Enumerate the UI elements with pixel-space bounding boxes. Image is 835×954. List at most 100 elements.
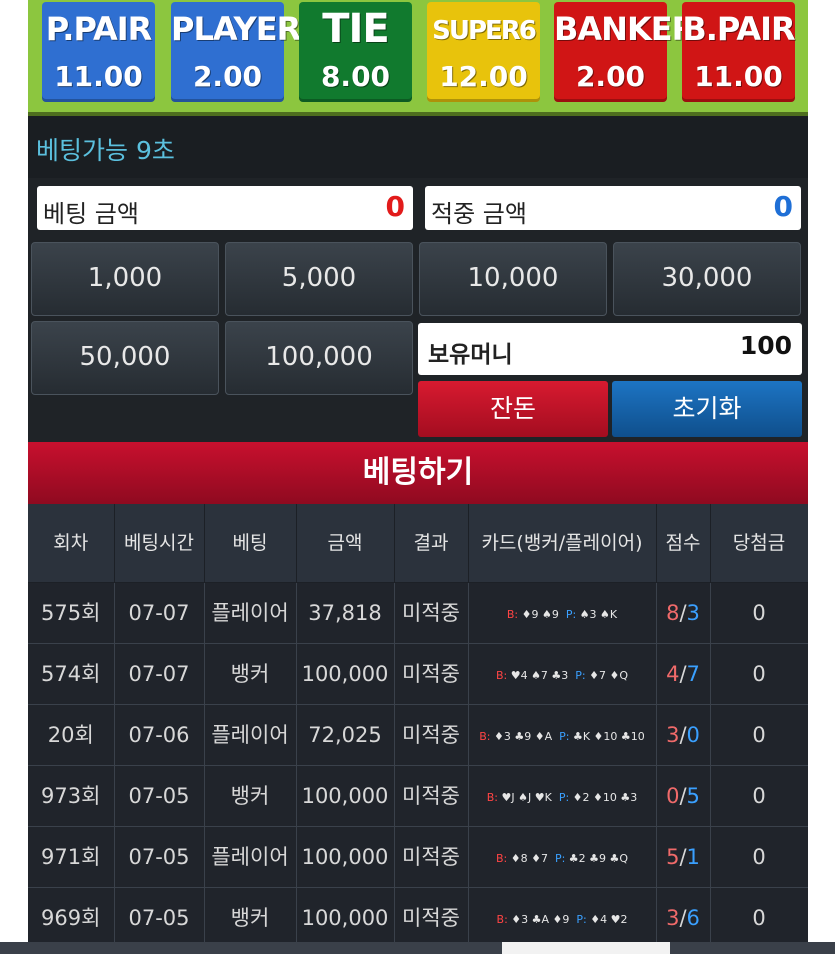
header-bet: 베팅 (204, 504, 297, 583)
player-cards: ♦2 ♦10 ♣3 (572, 791, 638, 804)
banker-cards: ♦3 ♣A ♦9 (511, 913, 570, 926)
banker-cards: ♥J ♠J ♥K (501, 791, 552, 804)
player-cards: ♣2 ♣9 ♣Q (568, 852, 629, 865)
prize-cell: 0 (710, 887, 808, 949)
score-cell: 3/0 (656, 704, 711, 766)
player-cards: ♣K ♦10 ♣10 (572, 730, 645, 743)
chip-1000-button[interactable]: 1,000 (31, 242, 219, 316)
score-cell: 8/3 (656, 582, 711, 644)
banker-cards: ♦9 ♠9 (521, 608, 559, 621)
result-cell: 미적중 (394, 643, 469, 705)
bet-option-name: B.PAIR (682, 10, 795, 48)
player-cards: ♠3 ♠K (579, 608, 618, 621)
result-cell: 미적중 (394, 704, 469, 766)
header-round: 회차 (28, 504, 115, 583)
bet-option-name: TIE (322, 6, 390, 52)
bet-option-name: SUPER6 (432, 16, 537, 46)
result-cell: 미적중 (394, 826, 469, 888)
table-row: 20회 07-06 플레이어 72,025 미적중 B: ♦3 ♣9 ♦A P:… (28, 704, 808, 766)
header-score: 점수 (656, 504, 711, 583)
cards-cell: B: ♦3 ♣A ♦9 P: ♦4 ♥2 (468, 887, 657, 949)
banker-score: 0 (666, 783, 680, 808)
round-cell: 20회 (28, 704, 115, 766)
time-cell: 07-05 (114, 826, 205, 888)
player-score: 1 (686, 844, 700, 869)
bet-p-pair-button[interactable]: P.PAIR 11.00 (42, 2, 155, 102)
chip-5000-button[interactable]: 5,000 (225, 242, 413, 316)
result-cell: 미적중 (394, 765, 469, 827)
bet-player-button[interactable]: PLAYER 2.00 (171, 2, 301, 102)
banker-label: B: (486, 791, 499, 804)
table-row: 574회 07-07 뱅커 100,000 미적중 B: ♥4 ♠7 ♣3 P:… (28, 643, 808, 705)
banker-score: 8 (666, 600, 680, 625)
score-cell: 3/6 (656, 887, 711, 949)
time-cell: 07-07 (114, 643, 205, 705)
player-label: P: (576, 913, 587, 926)
timer-row: 베팅가능 9초 (28, 116, 808, 178)
betting-timer: 베팅가능 9초 (36, 136, 175, 165)
round-cell: 574회 (28, 643, 115, 705)
win-amount-value: 0 (773, 190, 793, 223)
table-row: 575회 07-07 플레이어 37,818 미적중 B: ♦9 ♠9 P: ♠… (28, 582, 808, 644)
table-row: 971회 07-05 플레이어 100,000 미적중 B: ♦8 ♦7 P: … (28, 826, 808, 888)
cards-cell: B: ♦3 ♣9 ♦A P: ♣K ♦10 ♣10 (468, 704, 657, 766)
bet-super6-button[interactable]: SUPER6 12.00 (427, 2, 540, 102)
bet-cell: 플레이어 (204, 826, 297, 888)
banker-label: B: (495, 669, 508, 682)
table-header-row: 회차 베팅시간 베팅 금액 결과 카드(뱅커/플레이어) 점수 당첨금 (28, 504, 808, 583)
bet-option-odds: 2.00 (575, 60, 646, 93)
bet-option-name: BANKER (554, 10, 696, 48)
banker-label: B: (506, 608, 519, 621)
time-cell: 07-07 (114, 582, 205, 644)
bet-amount-value: 0 (385, 190, 405, 223)
cards-cell: B: ♥4 ♠7 ♣3 P: ♦7 ♦Q (468, 643, 657, 705)
baccarat-panel: P.PAIR 11.00 PLAYER 2.00 TIE 8.00 SUPER6… (28, 0, 808, 954)
bet-cell: 플레이어 (204, 582, 297, 644)
banker-cards: ♥4 ♠7 ♣3 (510, 669, 569, 682)
prize-cell: 0 (710, 826, 808, 888)
player-cards: ♦4 ♥2 (590, 913, 628, 926)
amount-cell: 100,000 (296, 765, 395, 827)
win-amount-label: 적중 금액 (431, 200, 527, 228)
table-row: 969회 07-05 뱅커 100,000 미적중 B: ♦3 ♣A ♦9 P:… (28, 887, 808, 949)
amount-cell: 37,818 (296, 582, 395, 644)
holding-money-value: 100 (739, 331, 792, 360)
result-cell: 미적중 (394, 887, 469, 949)
player-label: P: (559, 730, 570, 743)
round-cell: 575회 (28, 582, 115, 644)
reset-button[interactable]: 초기화 (612, 381, 802, 437)
bet-option-odds: 11.00 (54, 60, 143, 93)
chip-100000-button[interactable]: 100,000 (225, 321, 413, 395)
betting-history-table: 회차 베팅시간 베팅 금액 결과 카드(뱅커/플레이어) 점수 당첨금 575회… (28, 504, 808, 949)
round-cell: 969회 (28, 887, 115, 949)
player-label: P: (565, 608, 577, 621)
chip-30000-button[interactable]: 30,000 (613, 242, 801, 316)
change-button[interactable]: 잔돈 (418, 381, 608, 437)
time-cell: 07-06 (114, 704, 205, 766)
prize-cell: 0 (710, 765, 808, 827)
player-score: 6 (686, 905, 700, 930)
amount-cell: 100,000 (296, 643, 395, 705)
banker-score: 3 (666, 722, 680, 747)
bottom-bar (0, 942, 835, 954)
score-cell: 4/7 (656, 643, 711, 705)
amount-cell: 100,000 (296, 887, 395, 949)
amount-cell: 100,000 (296, 826, 395, 888)
banker-score: 5 (666, 844, 680, 869)
chip-10000-button[interactable]: 10,000 (419, 242, 607, 316)
home-indicator[interactable] (502, 942, 670, 954)
win-amount-display: 적중 금액 0 (425, 186, 801, 230)
place-bet-button[interactable]: 베팅하기 (28, 442, 808, 504)
bet-b-pair-button[interactable]: B.PAIR 11.00 (682, 2, 796, 102)
bet-option-name: P.PAIR (45, 10, 153, 48)
prize-cell: 0 (710, 643, 808, 705)
bet-banker-button[interactable]: BANKER 2.00 (554, 2, 696, 102)
bet-option-bar: P.PAIR 11.00 PLAYER 2.00 TIE 8.00 SUPER6… (28, 0, 808, 116)
bet-tie-button[interactable]: TIE 8.00 (299, 2, 412, 102)
player-label: P: (575, 669, 586, 682)
prize-cell: 0 (710, 582, 808, 644)
banker-label: B: (496, 913, 508, 926)
player-score: 0 (686, 722, 700, 747)
chip-50000-button[interactable]: 50,000 (31, 321, 219, 395)
header-prize: 당첨금 (710, 504, 808, 583)
